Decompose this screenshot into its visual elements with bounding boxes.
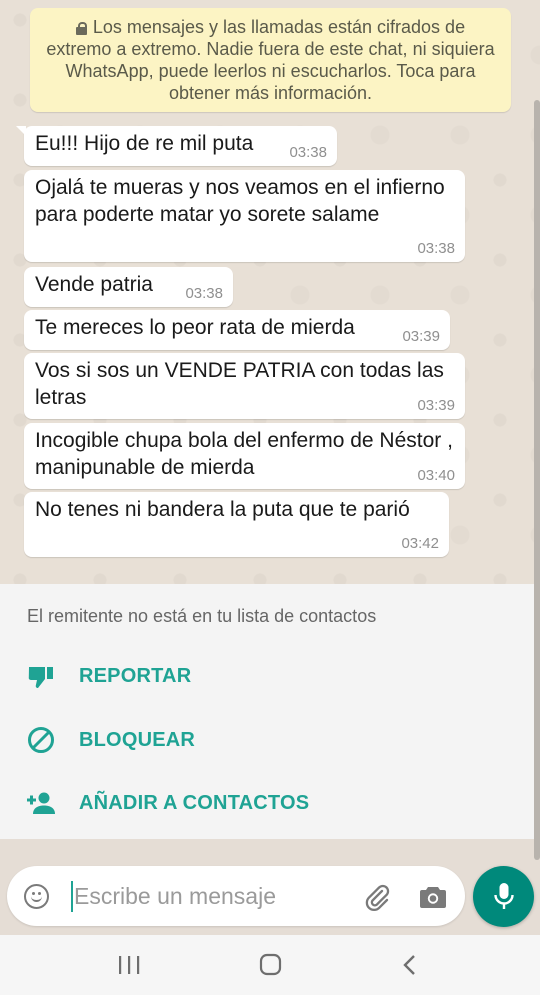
person-add-icon xyxy=(26,788,56,818)
emoji-icon[interactable] xyxy=(24,884,49,909)
message-bubble[interactable]: Incogible chupa bola del enfermo de Nést… xyxy=(24,423,465,489)
message-time: 03:42 xyxy=(401,535,439,552)
message-time: 03:39 xyxy=(417,397,455,414)
message-bubble[interactable]: Vende patria 03:38 xyxy=(24,267,233,307)
block-icon xyxy=(26,725,56,755)
back-icon[interactable] xyxy=(396,953,426,977)
encryption-notice-text: Los mensajes y las llamadas están cifrad… xyxy=(46,17,495,103)
message-time: 03:38 xyxy=(417,240,455,257)
block-button[interactable]: BLOQUEAR xyxy=(26,722,426,758)
chat-area[interactable]: Los mensajes y las llamadas están cifrad… xyxy=(0,0,540,584)
add-contact-button[interactable]: AÑADIR A CONTACTOS xyxy=(26,785,426,821)
system-navigation-bar xyxy=(0,935,540,995)
message-time: 03:38 xyxy=(185,285,223,302)
report-button[interactable]: REPORTAR xyxy=(26,658,426,694)
message-bubble[interactable]: Te mereces lo peor rata de mierda 03:39 xyxy=(24,310,450,350)
recents-icon[interactable] xyxy=(115,953,145,977)
message-composer[interactable] xyxy=(7,866,465,926)
thumbs-down-icon xyxy=(26,661,56,691)
message-text: Vos si sos un VENDE PATRIA con todas las… xyxy=(35,359,444,409)
report-label: REPORTAR xyxy=(79,664,192,687)
microphone-button[interactable] xyxy=(473,866,534,927)
message-time: 03:39 xyxy=(402,328,440,345)
message-text: No tenes ni bandera la puta que te parió xyxy=(35,498,410,521)
message-input[interactable] xyxy=(71,879,341,913)
paperclip-icon[interactable] xyxy=(362,882,392,912)
message-text: Eu!!! Hijo de re mil puta xyxy=(35,132,254,155)
message-text: Te mereces lo peor rata de mierda xyxy=(35,316,355,339)
message-text: Incogible chupa bola del enfermo de Nést… xyxy=(35,429,453,479)
message-text: Ojalá te mueras y nos veamos en el infie… xyxy=(35,176,445,226)
add-contact-label: AÑADIR A CONTACTOS xyxy=(79,791,310,814)
unknown-sender-panel: El remitente no está en tu lista de cont… xyxy=(0,584,540,839)
unknown-sender-notice: El remitente no está en tu lista de cont… xyxy=(27,606,377,626)
message-time: 03:40 xyxy=(417,467,455,484)
block-label: BLOQUEAR xyxy=(79,728,196,751)
message-bubble[interactable]: No tenes ni bandera la puta que te parió… xyxy=(24,492,449,557)
message-bubble[interactable]: Ojalá te mueras y nos veamos en el infie… xyxy=(24,170,465,262)
home-icon[interactable] xyxy=(256,953,286,977)
lock-icon xyxy=(75,22,87,35)
encryption-notice[interactable]: Los mensajes y las llamadas están cifrad… xyxy=(30,8,511,112)
message-bubble[interactable]: Vos si sos un VENDE PATRIA con todas las… xyxy=(24,353,465,419)
message-bubble[interactable]: Eu!!! Hijo de re mil puta 03:38 xyxy=(16,126,337,166)
message-time: 03:38 xyxy=(289,144,327,161)
scrollbar[interactable] xyxy=(534,100,540,860)
microphone-icon xyxy=(492,882,516,912)
camera-icon[interactable] xyxy=(419,884,447,910)
